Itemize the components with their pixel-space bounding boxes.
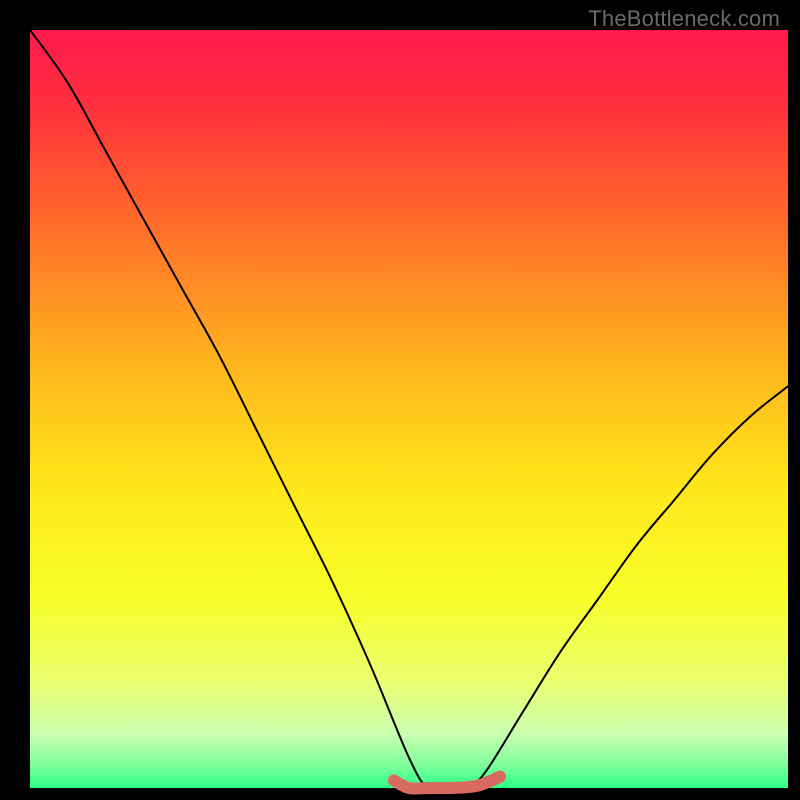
plot-background (30, 30, 788, 788)
watermark-text: TheBottleneck.com (588, 6, 780, 32)
bottleneck-chart (0, 0, 800, 800)
chart-frame: TheBottleneck.com (0, 0, 800, 800)
